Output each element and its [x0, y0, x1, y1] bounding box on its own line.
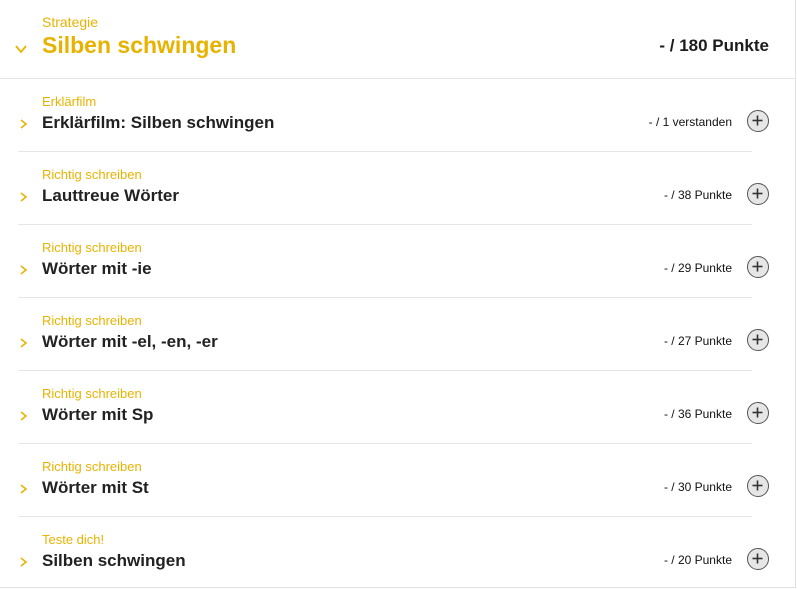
item-points: - / 20 Punkte — [663, 553, 732, 567]
item-category: Teste dich! — [42, 532, 105, 547]
list-item[interactable]: Richtig schreiben Lauttreue Wörter - / 3… — [18, 152, 769, 225]
item-points: - / 29 Punkte — [663, 261, 732, 275]
item-title: Lauttreue Wörter — [42, 186, 179, 205]
item-title: Wörter mit St — [42, 478, 149, 497]
strategy-points: - / 180 Punkte — [659, 36, 769, 55]
list-item[interactable]: Erklärfilm Erklärfilm: Silben schwingen … — [18, 79, 769, 152]
chevron-right-icon[interactable] — [18, 336, 28, 348]
item-points: - / 1 verstanden — [648, 115, 732, 129]
strategy-panel: Strategie Silben schwingen - / 180 Punkt… — [0, 0, 796, 588]
item-category: Richtig schreiben — [42, 459, 142, 474]
list-item[interactable]: Teste dich! Silben schwingen - / 20 Punk… — [18, 517, 769, 589]
exercise-list: Erklärfilm Erklärfilm: Silben schwingen … — [0, 79, 795, 589]
chevron-right-icon[interactable] — [18, 555, 28, 567]
item-points: - / 38 Punkte — [663, 188, 732, 202]
chevron-right-icon[interactable] — [18, 117, 28, 129]
plus-circle-icon[interactable] — [747, 402, 769, 424]
list-item[interactable]: Richtig schreiben Wörter mit Sp - / 36 P… — [18, 371, 769, 444]
item-title: Wörter mit -el, -en, -er — [42, 332, 218, 351]
list-item[interactable]: Richtig schreiben Wörter mit St - / 30 P… — [18, 444, 769, 517]
item-category: Richtig schreiben — [42, 386, 142, 401]
chevron-down-icon[interactable] — [14, 42, 28, 56]
chevron-right-icon[interactable] — [18, 482, 28, 494]
strategy-title: Silben schwingen — [42, 32, 237, 58]
list-item[interactable]: Richtig schreiben Wörter mit -ie - / 29 … — [18, 225, 769, 298]
item-points: - / 30 Punkte — [663, 480, 732, 494]
plus-circle-icon[interactable] — [747, 183, 769, 205]
plus-circle-icon[interactable] — [747, 548, 769, 570]
item-points: - / 36 Punkte — [663, 407, 732, 421]
list-item[interactable]: Richtig schreiben Wörter mit -el, -en, -… — [18, 298, 769, 371]
plus-circle-icon[interactable] — [747, 256, 769, 278]
item-title: Wörter mit -ie — [42, 259, 152, 278]
item-points: - / 27 Punkte — [663, 334, 732, 348]
plus-circle-icon[interactable] — [747, 110, 769, 132]
item-category: Erklärfilm — [42, 94, 97, 109]
chevron-right-icon[interactable] — [18, 190, 28, 202]
item-title: Wörter mit Sp — [42, 405, 154, 424]
chevron-right-icon[interactable] — [18, 263, 28, 275]
item-category: Richtig schreiben — [42, 313, 142, 328]
item-title: Silben schwingen — [42, 551, 186, 570]
item-category: Richtig schreiben — [42, 240, 142, 255]
chevron-right-icon[interactable] — [18, 409, 28, 421]
plus-circle-icon[interactable] — [747, 475, 769, 497]
plus-circle-icon[interactable] — [747, 329, 769, 351]
item-category: Richtig schreiben — [42, 167, 142, 182]
strategy-header[interactable]: Strategie Silben schwingen - / 180 Punkt… — [0, 0, 795, 79]
strategy-category: Strategie — [42, 14, 99, 30]
item-title: Erklärfilm: Silben schwingen — [42, 113, 275, 132]
